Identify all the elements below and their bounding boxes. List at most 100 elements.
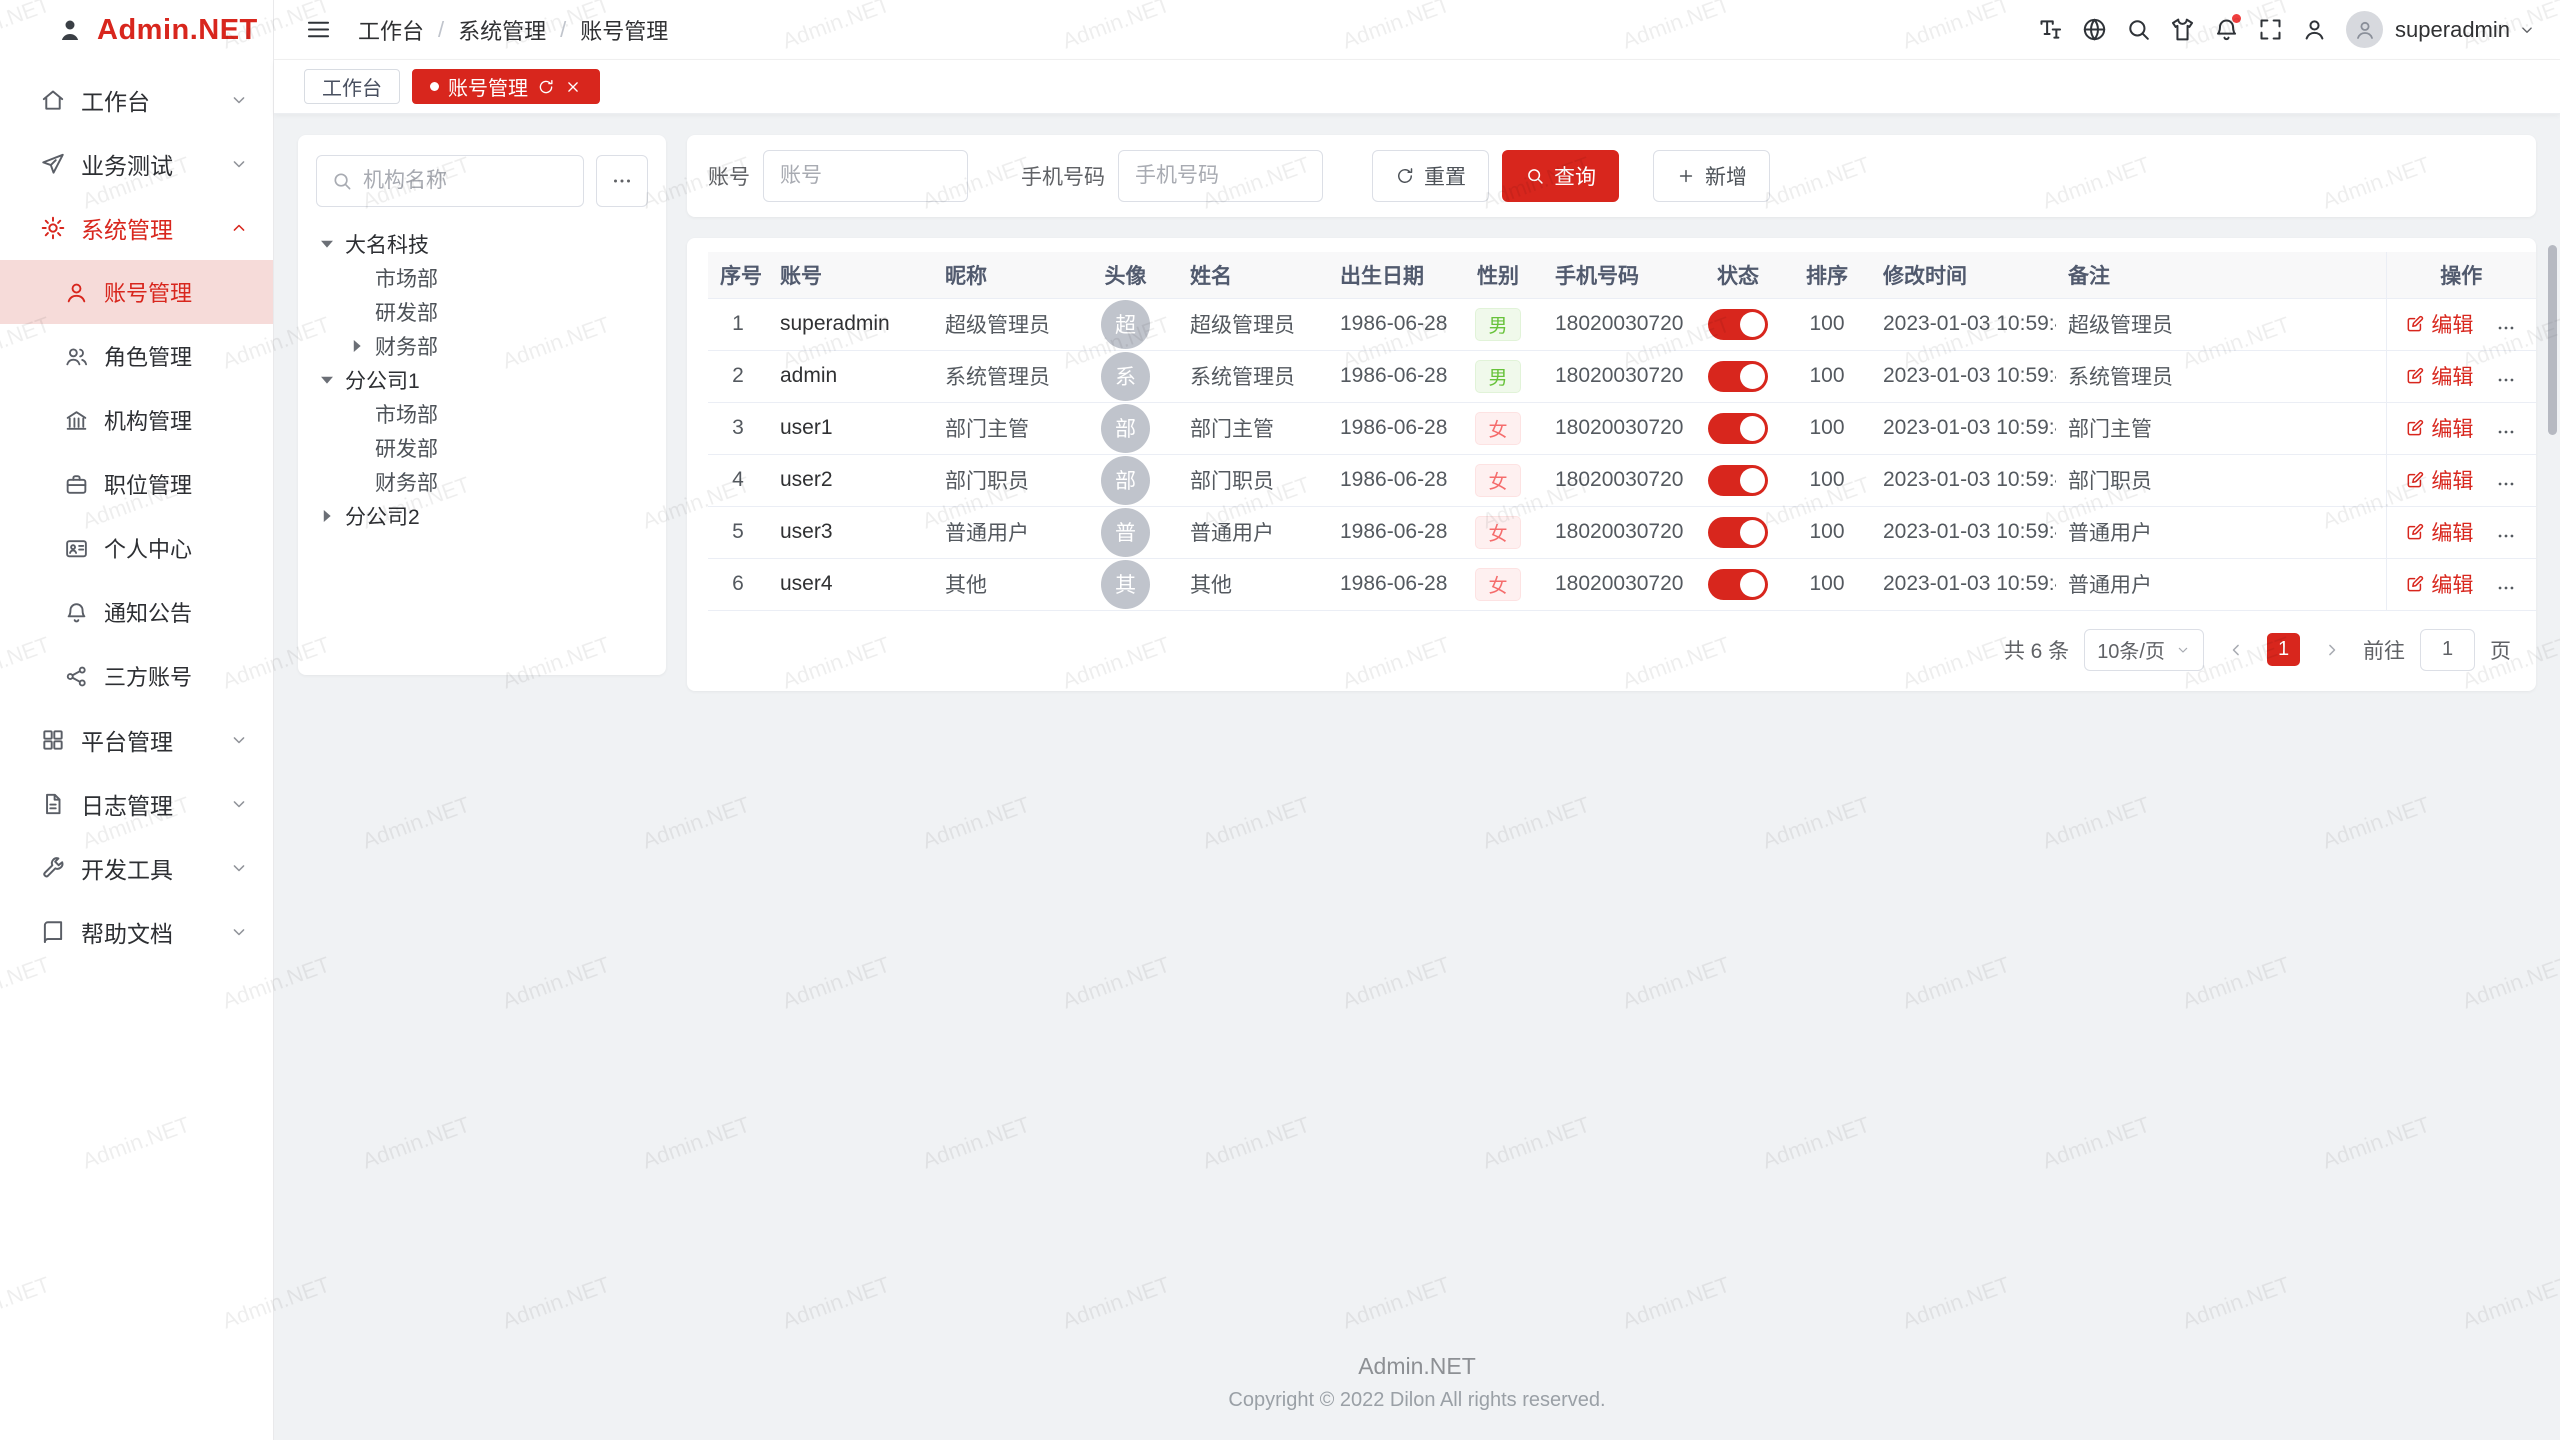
sidebar-item-business-test[interactable]: 业务测试 xyxy=(0,132,273,196)
row-more-button[interactable] xyxy=(2495,577,2517,599)
account-input[interactable] xyxy=(763,150,968,202)
theme-icon[interactable] xyxy=(2160,8,2204,52)
cell-gender: 男 xyxy=(1453,350,1543,402)
close-icon[interactable] xyxy=(564,78,582,96)
notification-icon[interactable] xyxy=(2204,8,2248,52)
main-column: 账号 手机号码 重置 查询 新增 xyxy=(687,135,2536,691)
hamburger-menu-icon[interactable] xyxy=(296,8,340,52)
breadcrumb-item[interactable]: 工作台 xyxy=(358,14,424,46)
tree-node[interactable]: 大名科技 xyxy=(316,227,648,261)
org-search-input[interactable] xyxy=(363,169,569,193)
search-button-label: 查询 xyxy=(1554,161,1596,191)
notice-icon xyxy=(64,600,89,625)
caret-down-icon[interactable] xyxy=(316,233,338,255)
edit-button[interactable]: 编辑 xyxy=(2405,413,2473,443)
goto-page-input[interactable] xyxy=(2420,629,2475,671)
tree-node[interactable]: 市场部 xyxy=(316,261,648,295)
sidebar-item-role-mgmt[interactable]: 角色管理 xyxy=(0,324,273,388)
platform-mgmt-icon xyxy=(40,727,66,753)
search-button[interactable]: 查询 xyxy=(1502,150,1619,202)
org-search-box xyxy=(316,155,584,207)
cell-no: 1 xyxy=(708,298,768,350)
user-avatar[interactable] xyxy=(2346,11,2383,48)
sidebar-item-system-mgmt[interactable]: 系统管理 xyxy=(0,196,273,260)
row-more-button[interactable] xyxy=(2495,473,2517,495)
app-logo[interactable]: Admin.NET xyxy=(0,0,273,60)
sidebar-item-label: 开发工具 xyxy=(81,851,173,885)
cell-sort: 100 xyxy=(1783,298,1871,350)
cell-avatar: 部 xyxy=(1073,454,1178,506)
next-page-button[interactable] xyxy=(2315,633,2348,666)
page-number-1[interactable]: 1 xyxy=(2267,633,2300,666)
sidebar-item-third-party-account[interactable]: 三方账号 xyxy=(0,644,273,708)
sidebar-item-workbench[interactable]: 工作台 xyxy=(0,68,273,132)
caret-right-icon[interactable] xyxy=(346,335,368,357)
page-size-select[interactable]: 10条/页 xyxy=(2084,629,2204,671)
status-toggle[interactable] xyxy=(1708,517,1768,548)
table-row: 2 admin 系统管理员 系 系统管理员 1986-06-28 男 18020… xyxy=(708,350,2536,402)
caret-down-icon[interactable] xyxy=(316,369,338,391)
status-toggle[interactable] xyxy=(1708,361,1768,392)
search-icon[interactable] xyxy=(2116,8,2160,52)
tree-node[interactable]: 分公司2 xyxy=(316,499,648,533)
sidebar-item-log-mgmt[interactable]: 日志管理 xyxy=(0,772,273,836)
row-more-button[interactable] xyxy=(2495,525,2517,547)
chevron-down-icon[interactable] xyxy=(2518,21,2536,39)
sidebar-item-account-mgmt[interactable]: 账号管理 xyxy=(0,260,273,324)
tree-node[interactable]: 财务部 xyxy=(316,329,648,363)
tree-node[interactable]: 分公司1 xyxy=(316,363,648,397)
tab-workbench[interactable]: 工作台 xyxy=(304,69,400,104)
tab-bar: 工作台 账号管理 xyxy=(274,60,2560,114)
language-icon[interactable] xyxy=(2072,8,2116,52)
row-more-button[interactable] xyxy=(2495,421,2517,443)
edit-button[interactable]: 编辑 xyxy=(2405,465,2473,495)
dev-tools-icon xyxy=(40,855,66,881)
tree-node[interactable]: 市场部 xyxy=(316,397,648,431)
tree-node[interactable]: 研发部 xyxy=(316,431,648,465)
edit-button[interactable]: 编辑 xyxy=(2405,569,2473,599)
cell-ops: 编辑 xyxy=(2386,402,2536,454)
chevron-down-icon xyxy=(229,730,249,750)
user-icon[interactable] xyxy=(2292,8,2336,52)
status-toggle[interactable] xyxy=(1708,413,1768,444)
username[interactable]: superadmin xyxy=(2395,17,2510,43)
edit-button[interactable]: 编辑 xyxy=(2405,309,2473,339)
edit-button[interactable]: 编辑 xyxy=(2405,517,2473,547)
phone-input[interactable] xyxy=(1118,150,1323,202)
column-header: 昵称 xyxy=(933,252,1073,298)
refresh-icon[interactable] xyxy=(537,78,555,96)
column-header: 出生日期 xyxy=(1328,252,1453,298)
cell-ops: 编辑 xyxy=(2386,350,2536,402)
sidebar-item-notice[interactable]: 通知公告 xyxy=(0,580,273,644)
breadcrumb-item[interactable]: 系统管理 xyxy=(458,14,546,46)
sidebar-item-dev-tools[interactable]: 开发工具 xyxy=(0,836,273,900)
breadcrumb-item[interactable]: 账号管理 xyxy=(580,14,668,46)
reset-button[interactable]: 重置 xyxy=(1372,150,1489,202)
cell-name: 超级管理员 xyxy=(1178,298,1328,350)
font-size-icon[interactable] xyxy=(2028,8,2072,52)
sidebar-item-platform-mgmt[interactable]: 平台管理 xyxy=(0,708,273,772)
cell-no: 3 xyxy=(708,402,768,454)
sidebar-item-help-docs[interactable]: 帮助文档 xyxy=(0,900,273,964)
caret-right-icon[interactable] xyxy=(316,505,338,527)
add-button[interactable]: 新增 xyxy=(1653,150,1770,202)
row-avatar: 部 xyxy=(1101,456,1150,505)
sidebar-item-personal-center[interactable]: 个人中心 xyxy=(0,516,273,580)
row-more-button[interactable] xyxy=(2495,317,2517,339)
status-toggle[interactable] xyxy=(1708,569,1768,600)
scrollbar-thumb[interactable] xyxy=(2548,245,2557,435)
tree-node[interactable]: 研发部 xyxy=(316,295,648,329)
column-header: 性别 xyxy=(1453,252,1543,298)
tree-node[interactable]: 财务部 xyxy=(316,465,648,499)
prev-page-button[interactable] xyxy=(2219,633,2252,666)
row-more-button[interactable] xyxy=(2495,369,2517,391)
cell-birthday: 1986-06-28 xyxy=(1328,558,1453,610)
sidebar-item-position-mgmt[interactable]: 职位管理 xyxy=(0,452,273,516)
sidebar-item-org-mgmt[interactable]: 机构管理 xyxy=(0,388,273,452)
org-more-button[interactable] xyxy=(596,155,648,207)
status-toggle[interactable] xyxy=(1708,465,1768,496)
status-toggle[interactable] xyxy=(1708,309,1768,340)
fullscreen-icon[interactable] xyxy=(2248,8,2292,52)
edit-button[interactable]: 编辑 xyxy=(2405,361,2473,391)
tab-account-mgmt[interactable]: 账号管理 xyxy=(412,69,600,104)
